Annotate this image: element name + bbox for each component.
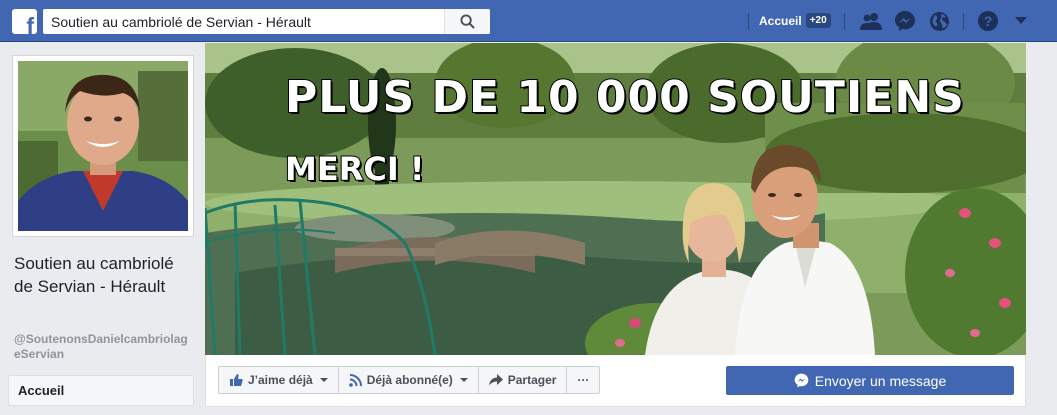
page-actions-group: J’aime déjà Déjà abonné(e) Partager ··· — [218, 366, 601, 394]
share-button-label: Partager — [507, 373, 557, 387]
facebook-logo-icon[interactable]: f — [12, 9, 37, 34]
share-button[interactable]: Partager — [477, 366, 568, 394]
help-icon[interactable]: ? — [976, 10, 1000, 32]
top-navigation-bar: f Accueil +20 — [0, 0, 1057, 42]
nav-home-link[interactable]: Accueil +20 — [759, 13, 831, 28]
more-options-icon: ··· — [577, 373, 590, 387]
chevron-down-icon[interactable] — [1009, 10, 1033, 32]
page-username[interactable]: @SoutenonsDanielcambriolageServian — [14, 332, 194, 362]
friends-icon[interactable] — [859, 10, 883, 32]
follow-button-label: Déjà abonné(e) — [366, 373, 453, 387]
nav-home-badge: +20 — [805, 13, 831, 28]
send-message-label: Envoyer un message — [814, 372, 947, 389]
profile-picture — [18, 61, 188, 231]
svg-text:?: ? — [984, 13, 993, 29]
more-options-button[interactable]: ··· — [566, 366, 601, 394]
search-input[interactable] — [43, 9, 444, 34]
like-button[interactable]: J’aime déjà — [218, 366, 339, 394]
chevron-down-icon — [319, 378, 328, 382]
page-title[interactable]: Soutien au cambriolé de Servian - Héraul… — [14, 252, 194, 298]
nav-divider — [963, 13, 964, 30]
nav-divider — [844, 13, 845, 30]
globe-icon[interactable] — [927, 10, 951, 32]
search-button[interactable] — [444, 9, 490, 34]
page-action-bar: J’aime déjà Déjà abonné(e) Partager ··· — [205, 355, 1026, 407]
send-message-button[interactable]: Envoyer un message — [726, 366, 1014, 395]
thumbs-up-icon — [230, 374, 243, 386]
messenger-icon[interactable] — [893, 10, 917, 32]
cover-photo[interactable]: PLUS DE 10 000 SOUTIENS MERCI ! — [205, 43, 1026, 355]
profile-picture-frame[interactable] — [12, 55, 194, 237]
share-arrow-icon — [488, 374, 503, 386]
chevron-down-icon — [459, 378, 468, 382]
nav-divider — [748, 13, 749, 30]
messenger-icon — [794, 373, 809, 388]
sidebar-item-accueil[interactable]: Accueil — [8, 375, 194, 406]
search-bar — [43, 9, 490, 34]
follow-button[interactable]: Déjà abonné(e) — [337, 366, 479, 394]
nav-home-label: Accueil — [759, 13, 802, 28]
rss-icon — [348, 373, 362, 387]
search-icon — [460, 14, 475, 29]
like-button-label: J’aime déjà — [248, 373, 313, 387]
cover-headline: PLUS DE 10 000 SOUTIENS — [284, 72, 965, 124]
cover-subline: MERCI ! — [284, 149, 425, 189]
